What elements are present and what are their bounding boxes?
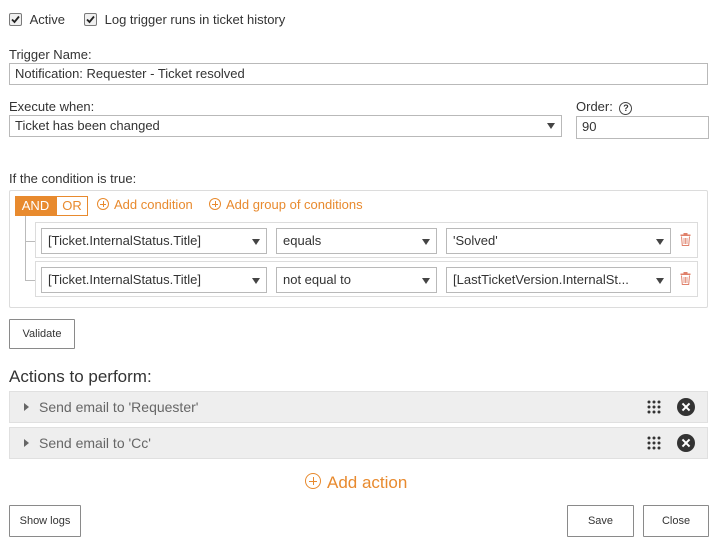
order-input[interactable]: 90 xyxy=(576,116,709,139)
or-toggle-button[interactable]: OR xyxy=(56,196,88,216)
tree-connector xyxy=(25,216,26,280)
actions-title: Actions to perform: xyxy=(9,367,152,386)
trigger-name-label: Trigger Name: xyxy=(9,47,92,62)
condition-operator-select[interactable]: equals xyxy=(276,228,437,254)
condition-operator-value: not equal to xyxy=(283,272,351,287)
chevron-down-icon xyxy=(252,239,260,245)
condition-field-value: [Ticket.InternalStatus.Title] xyxy=(48,272,201,287)
add-action-link[interactable]: Add action xyxy=(305,473,407,493)
log-trigger-checkbox[interactable] xyxy=(84,13,97,27)
and-toggle-button[interactable]: AND xyxy=(15,196,56,216)
action-label: Send email to 'Requester' xyxy=(39,399,199,415)
order-label-group: Order: ? xyxy=(576,99,633,115)
condition-value-text: [LastTicketVersion.InternalSt... xyxy=(453,272,629,287)
condition-row: [Ticket.InternalStatus.Title] not equal … xyxy=(35,261,698,297)
trigger-name-input[interactable]: Notification: Requester - Ticket resolve… xyxy=(9,63,708,85)
condition-field-value: [Ticket.InternalStatus.Title] xyxy=(48,233,201,248)
add-action-label: Add action xyxy=(327,473,408,492)
chevron-down-icon xyxy=(656,278,664,284)
drag-handle-icon[interactable] xyxy=(647,400,661,414)
add-group-link[interactable]: Add group of conditions xyxy=(209,197,363,212)
execute-when-select[interactable]: Ticket has been changed xyxy=(9,115,562,137)
action-label: Send email to 'Cc' xyxy=(39,435,151,451)
tree-connector xyxy=(25,241,35,242)
show-logs-button[interactable]: Show logs xyxy=(9,505,81,537)
save-button[interactable]: Save xyxy=(567,505,634,537)
condition-field-select[interactable]: [Ticket.InternalStatus.Title] xyxy=(41,267,267,293)
tree-connector xyxy=(25,280,35,281)
chevron-down-icon xyxy=(252,278,260,284)
active-option[interactable]: Active xyxy=(9,11,65,27)
condition-value-text: 'Solved' xyxy=(453,233,498,248)
action-item[interactable]: Send email to 'Requester' xyxy=(9,391,708,423)
active-checkbox[interactable] xyxy=(9,13,22,27)
add-circle-icon xyxy=(209,198,221,210)
condition-row: [Ticket.InternalStatus.Title] equals 'So… xyxy=(35,222,698,258)
chevron-down-icon xyxy=(656,239,664,245)
execute-when-value: Ticket has been changed xyxy=(15,118,160,133)
trash-icon[interactable] xyxy=(680,272,691,285)
condition-operator-select[interactable]: not equal to xyxy=(276,267,437,293)
add-circle-icon xyxy=(305,473,321,489)
active-label: Active xyxy=(29,12,66,28)
condition-value-select[interactable]: [LastTicketVersion.InternalSt... xyxy=(446,267,671,293)
add-group-label: Add group of conditions xyxy=(226,197,363,212)
chevron-down-icon xyxy=(422,278,430,284)
question-circle-icon[interactable]: ? xyxy=(619,102,633,115)
chevron-down-icon xyxy=(422,239,430,245)
trash-icon[interactable] xyxy=(680,233,691,246)
add-condition-link[interactable]: Add condition xyxy=(97,197,193,212)
add-circle-icon xyxy=(97,198,109,210)
log-trigger-option[interactable]: Log trigger runs in ticket history xyxy=(84,11,285,27)
condition-field-select[interactable]: [Ticket.InternalStatus.Title] xyxy=(41,228,267,254)
chevron-down-icon xyxy=(547,123,555,129)
log-trigger-label: Log trigger runs in ticket history xyxy=(104,12,286,28)
condition-value-select[interactable]: 'Solved' xyxy=(446,228,671,254)
close-button[interactable]: Close xyxy=(643,505,709,537)
condition-operator-value: equals xyxy=(283,233,322,248)
add-condition-label: Add condition xyxy=(114,197,193,212)
execute-when-label: Execute when: xyxy=(9,99,95,114)
remove-action-icon[interactable] xyxy=(677,398,695,416)
caret-right-icon[interactable] xyxy=(24,403,29,411)
remove-action-icon[interactable] xyxy=(677,434,695,452)
validate-button[interactable]: Validate xyxy=(9,319,75,349)
order-label: Order: xyxy=(576,99,613,114)
conditions-label: If the condition is true: xyxy=(9,171,137,186)
drag-handle-icon[interactable] xyxy=(647,436,661,450)
action-item[interactable]: Send email to 'Cc' xyxy=(9,427,708,459)
caret-right-icon[interactable] xyxy=(24,439,29,447)
